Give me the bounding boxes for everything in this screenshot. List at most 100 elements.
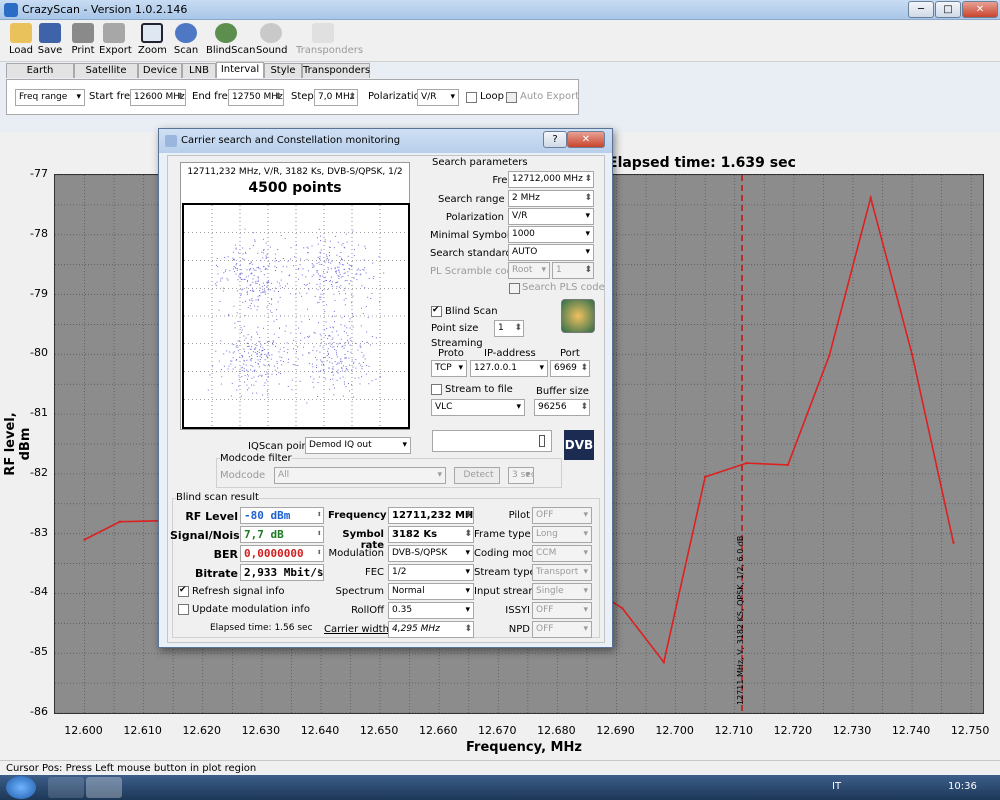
step-input[interactable]: 7,0 MHz [314,89,358,106]
tab-earth-position[interactable]: Earth position [6,63,74,90]
constellation-point [249,268,251,270]
rolloff-select[interactable]: 0.35 [388,602,474,619]
save-button[interactable]: Save [36,22,64,60]
player-select[interactable]: VLC [431,399,525,416]
constellation-point [345,298,347,299]
scan-button[interactable]: Scan [172,22,200,60]
dialog-polarization-select[interactable]: V/R [508,208,594,225]
constellation-point [320,370,322,372]
constellation-point [238,275,240,277]
transponders-button[interactable]: Transponders [296,22,363,60]
constellation-point [311,363,313,365]
end-freq-input[interactable]: 12750 MHz [228,89,284,106]
modulation-select[interactable]: DVB-S/QPSK [388,545,474,562]
firefox-taskbar-icon[interactable] [48,777,84,798]
tab-satellite-info[interactable]: Satellite info [74,63,138,90]
blindscan-run-icon[interactable] [561,299,595,333]
constellation-point [364,267,366,269]
spectrum-select[interactable]: Normal [388,583,474,600]
crazyscan-taskbar-icon[interactable] [86,777,122,798]
constellation-point [296,351,297,353]
constellation-point [332,368,334,370]
constellation-point [344,344,346,346]
loop-checkbox[interactable] [466,92,477,103]
pl-scramble-code-input[interactable]: 1 [552,262,594,279]
pilot-select[interactable]: OFF [532,507,592,524]
constellation-point [343,347,345,349]
constellation-point [335,272,337,274]
constellation-point [319,276,321,278]
stream-to-file-checkbox[interactable] [431,384,442,395]
print-button[interactable]: Print [68,22,98,60]
polarization-select[interactable]: V/R [417,89,459,106]
buffer-size-input[interactable]: 96256 [534,399,590,416]
carrier-search-dialog: Carrier search and Constellation monitor… [158,128,613,648]
spectrum-point [786,463,790,467]
constellation-point [329,240,331,242]
tab-style[interactable]: Style [264,63,302,78]
tab-lnb[interactable]: LNB [182,63,216,78]
constellation-point [264,382,266,384]
issyi-select[interactable]: OFF [532,602,592,619]
constellation-point [321,342,322,344]
minimize-button[interactable]: ─ [908,1,934,18]
update-modulation-checkbox[interactable] [178,604,189,615]
constellation-point [307,252,309,254]
tab-transponders[interactable]: Transponders [302,63,370,78]
constellation-point [261,374,263,376]
constellation-point [269,246,271,248]
constellation-point [323,271,324,273]
dialog-help-button[interactable]: ? [543,131,567,148]
constellation-point [320,252,322,254]
maximize-button[interactable]: □ [935,1,961,18]
taskbar: IT 10:36 [0,775,1000,800]
load-button[interactable]: Load [6,22,36,60]
point-size-input[interactable]: 1 [494,320,524,337]
coding-mode-select[interactable]: CCM [532,545,592,562]
dialog-close-button[interactable]: ✕ [567,131,605,148]
start-freq-input[interactable]: 12600 MHz [130,89,186,106]
pl-scramble-mode-select[interactable]: Root [508,262,550,279]
loop-label: Loop [480,91,504,102]
search-frequency-input[interactable]: 12712,000 MHz [508,171,594,188]
constellation-point [339,263,341,265]
iqscan-point-select[interactable]: Demod IQ out [305,437,411,454]
blindscan-button[interactable]: BlindScan [206,22,255,60]
auto-export-checkbox[interactable] [506,92,517,103]
modcode-select[interactable]: All [274,467,446,484]
search-range-input[interactable]: 2 MHz [508,190,594,207]
proto-select[interactable]: TCP [431,360,467,377]
export-button[interactable]: Export [99,22,132,60]
detect-time-select[interactable]: 3 sec [508,467,534,484]
range-mode-select[interactable]: Freq range [15,89,85,106]
stream-type-select[interactable]: Transport [532,564,592,581]
npd-select[interactable]: OFF [532,621,592,638]
search-standard-select[interactable]: AUTO [508,244,594,261]
tab-device[interactable]: Device [138,63,182,78]
zoom-button[interactable]: Zoom [138,22,167,60]
start-button[interactable] [6,776,36,799]
constellation-point [276,374,277,376]
tab-interval[interactable]: Interval [216,62,264,78]
search-pls-checkbox[interactable] [509,283,520,294]
constellation-point [357,268,359,270]
constellation-point [266,390,268,392]
port-input[interactable]: 6969 [550,360,590,377]
fec-select[interactable]: 1/2 [388,564,474,581]
min-symbol-rate-select[interactable]: 1000 [508,226,594,243]
constellation-point [324,261,326,263]
close-button[interactable]: ✕ [962,1,998,18]
frame-type-select[interactable]: Long [532,526,592,543]
ber-value: 0,0000000 [240,545,324,562]
constellation-point [319,256,321,258]
input-stream-select[interactable]: Single [532,583,592,600]
carrier-width-label[interactable]: Carrier width [324,624,389,635]
sound-button[interactable]: Sound [256,22,288,60]
x-tick-label: 12.630 [241,724,281,737]
ip-address-select[interactable]: 127.0.0.1 [470,360,548,377]
language-indicator[interactable]: IT [832,781,841,792]
constellation-point [248,356,250,358]
clock[interactable]: 10:36 [948,781,977,792]
detect-button[interactable]: Detect [454,467,500,484]
constellation-point [266,256,268,258]
